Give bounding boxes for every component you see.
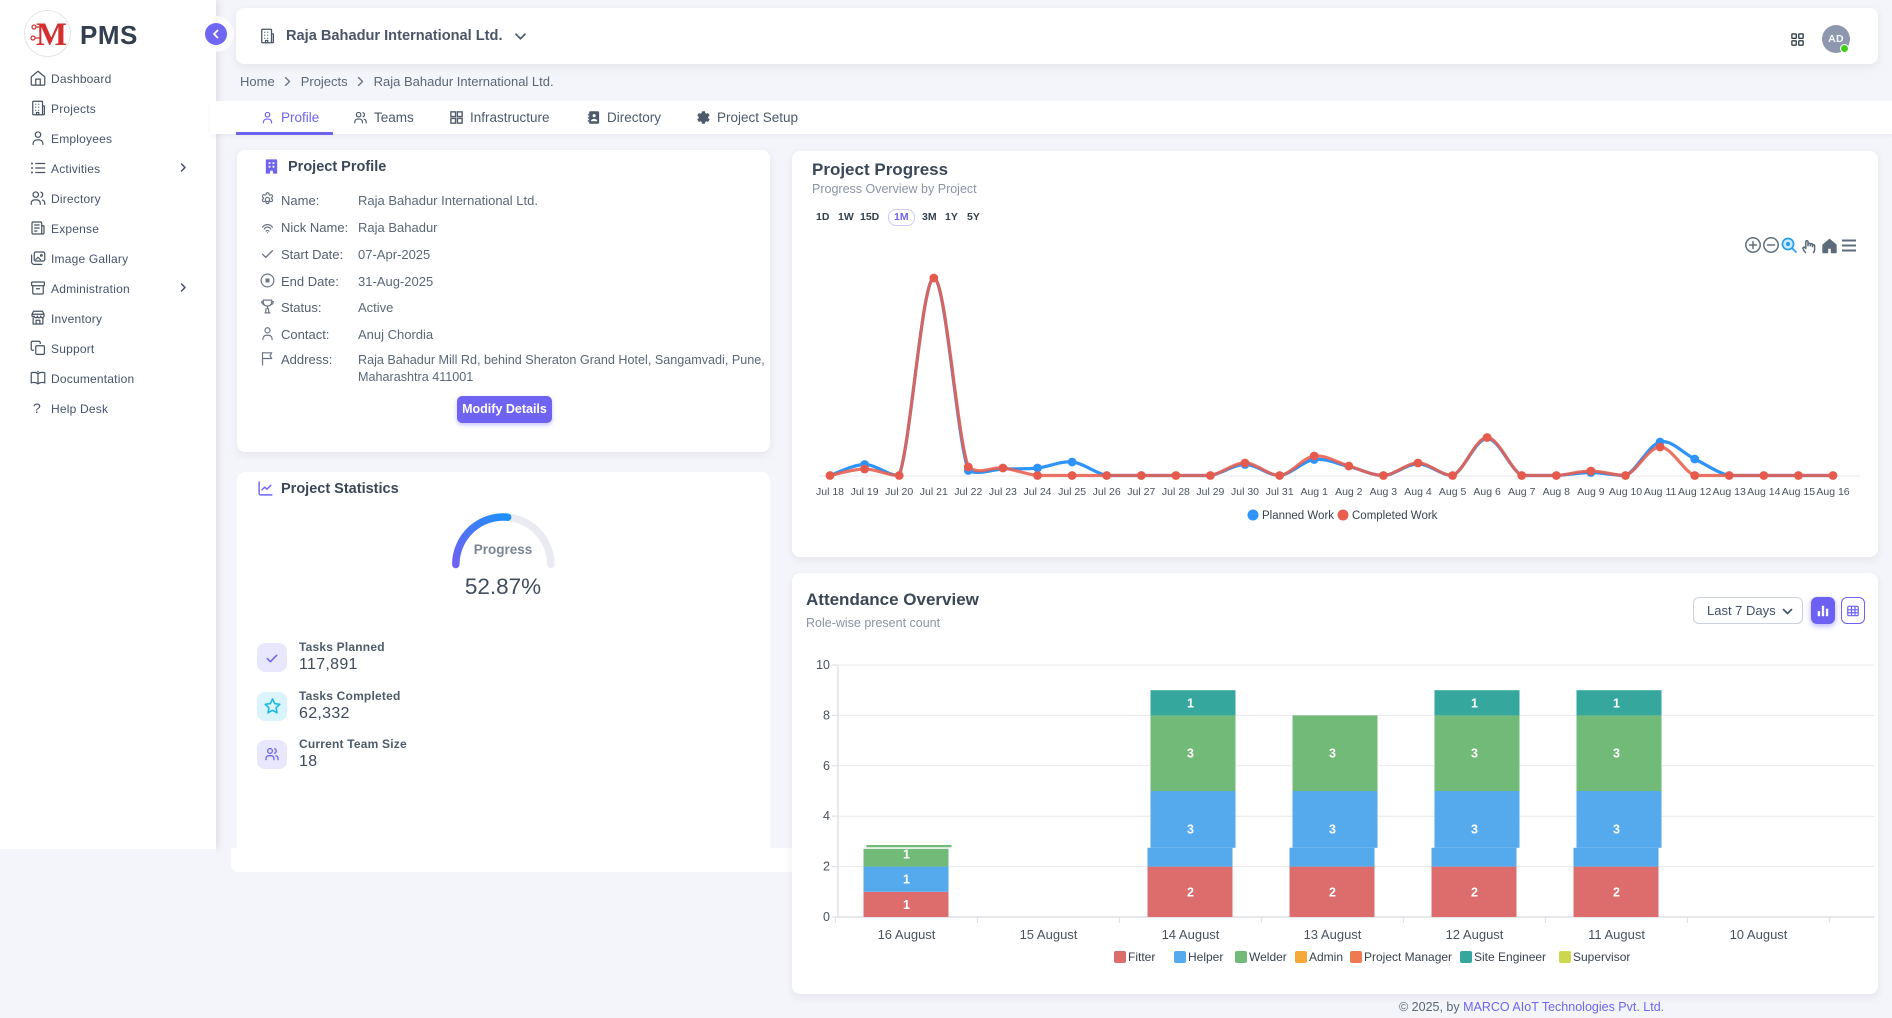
svg-text:Jul 19: Jul 19 (851, 486, 879, 498)
svg-text:Jul 23: Jul 23 (989, 486, 1017, 498)
svg-text:16 August: 16 August (878, 927, 936, 942)
svg-text:Aug 8: Aug 8 (1543, 486, 1571, 498)
svg-text:Aug 6: Aug 6 (1473, 486, 1501, 498)
svg-text:Jul 22: Jul 22 (954, 486, 982, 498)
svg-text:3: 3 (1187, 822, 1194, 836)
svg-text:3: 3 (1471, 822, 1478, 836)
svg-text:Jul 30: Jul 30 (1231, 486, 1259, 498)
svg-text:Aug 9: Aug 9 (1577, 486, 1605, 498)
svg-text:Aug 3: Aug 3 (1370, 486, 1398, 498)
svg-text:Aug 1: Aug 1 (1300, 486, 1328, 498)
svg-text:0: 0 (823, 910, 830, 924)
svg-text:Admin: Admin (1309, 950, 1343, 964)
svg-text:Jul 27: Jul 27 (1127, 486, 1155, 498)
svg-text:Jul 20: Jul 20 (885, 486, 913, 498)
svg-text:2: 2 (1613, 885, 1620, 899)
svg-text:2: 2 (1471, 885, 1478, 899)
svg-text:Jul 21: Jul 21 (920, 486, 948, 498)
svg-text:M: M (36, 17, 67, 53)
svg-text:Aug 12: Aug 12 (1678, 486, 1711, 498)
svg-text:3: 3 (1613, 747, 1620, 761)
svg-text:8: 8 (823, 708, 830, 722)
svg-text:6: 6 (823, 759, 830, 773)
svg-text:1: 1 (1613, 696, 1620, 710)
svg-text:Aug 2: Aug 2 (1335, 486, 1363, 498)
svg-text:2: 2 (1187, 885, 1194, 899)
svg-text:2: 2 (823, 860, 830, 874)
svg-text:10: 10 (816, 658, 830, 672)
svg-text:3: 3 (1187, 747, 1194, 761)
svg-text:Project Manager: Project Manager (1364, 950, 1452, 964)
svg-text:Planned Work: Planned Work (1262, 510, 1334, 522)
svg-text:Supervisor: Supervisor (1573, 950, 1630, 964)
svg-text:Jul 18: Jul 18 (816, 486, 844, 498)
svg-text:3: 3 (1329, 822, 1336, 836)
svg-text:Aug 7: Aug 7 (1508, 486, 1536, 498)
svg-text:Aug 15: Aug 15 (1782, 486, 1815, 498)
svg-text:1: 1 (1187, 696, 1194, 710)
svg-text:Aug 10: Aug 10 (1609, 486, 1642, 498)
svg-text:Completed Work: Completed Work (1352, 510, 1438, 522)
svg-text:1: 1 (903, 848, 910, 862)
svg-text:Jul 28: Jul 28 (1162, 486, 1190, 498)
svg-text:Aug 4: Aug 4 (1404, 486, 1432, 498)
svg-text:3: 3 (1471, 747, 1478, 761)
svg-text:Site Engineer: Site Engineer (1474, 950, 1546, 964)
svg-text:Jul 25: Jul 25 (1058, 486, 1086, 498)
svg-text:14 August: 14 August (1162, 927, 1220, 942)
svg-text:1: 1 (903, 898, 910, 912)
svg-text:3: 3 (1329, 747, 1336, 761)
svg-text:1: 1 (1471, 696, 1478, 710)
svg-text:Jul 24: Jul 24 (1023, 486, 1051, 498)
svg-text:Aug 16: Aug 16 (1816, 486, 1849, 498)
svg-text:4: 4 (823, 809, 830, 823)
svg-text:Jul 31: Jul 31 (1266, 486, 1294, 498)
svg-text:Fitter: Fitter (1128, 950, 1155, 964)
svg-text:11 August: 11 August (1588, 927, 1645, 942)
svg-text:Aug 13: Aug 13 (1713, 486, 1746, 498)
svg-text:Jul 26: Jul 26 (1093, 486, 1121, 498)
svg-text:1: 1 (903, 873, 910, 887)
svg-text:13 August: 13 August (1304, 927, 1362, 942)
svg-text:Aug 11: Aug 11 (1644, 486, 1677, 498)
svg-text:10 August: 10 August (1730, 927, 1788, 942)
svg-text:Welder: Welder (1249, 950, 1287, 964)
svg-text:Aug 14: Aug 14 (1747, 486, 1780, 498)
svg-text:3: 3 (1613, 822, 1620, 836)
svg-text:2: 2 (1329, 885, 1336, 899)
svg-text:15 August: 15 August (1020, 927, 1078, 942)
svg-text:Helper: Helper (1188, 950, 1223, 964)
svg-text:12 August: 12 August (1446, 927, 1504, 942)
svg-text:Jul 29: Jul 29 (1196, 486, 1224, 498)
svg-text:Aug 5: Aug 5 (1439, 486, 1467, 498)
